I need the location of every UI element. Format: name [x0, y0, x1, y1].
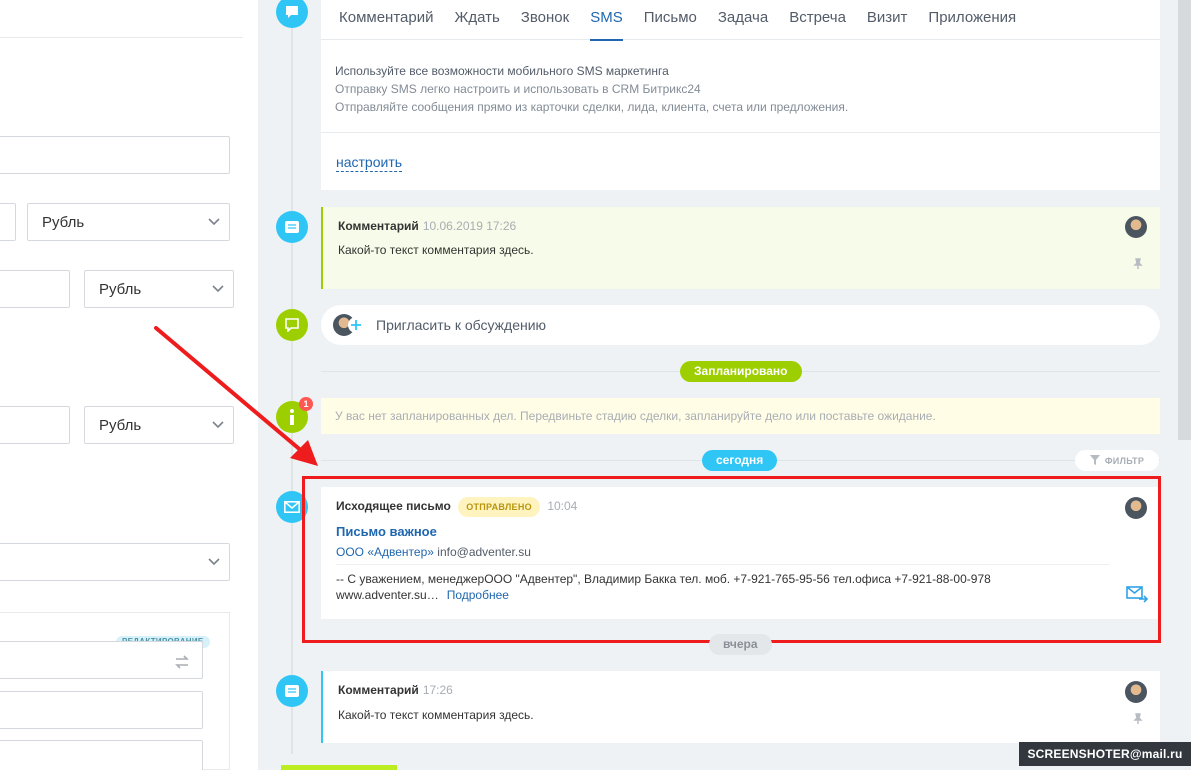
avatar[interactable] [1125, 216, 1147, 238]
tab-meeting[interactable]: Встреча [789, 0, 846, 40]
filter-button[interactable]: ФИЛЬТР [1075, 450, 1159, 471]
comment-title: Комментарий 17:26 [338, 683, 453, 697]
annotation-arrow-icon [154, 326, 318, 466]
chevron-down-icon [203, 271, 233, 307]
comment-text: Какой-то текст комментария здесь. [338, 243, 534, 257]
plus-icon[interactable] [348, 317, 364, 333]
tab-visit[interactable]: Визит [867, 0, 908, 40]
amount-field-3[interactable] [0, 406, 70, 444]
comment-title-text: Комментарий [338, 219, 419, 233]
planned-note: У вас нет запланированных дел. Передвинь… [321, 398, 1160, 434]
tab-task[interactable]: Задача [718, 0, 768, 40]
sms-promo-text: Используйте все возможности мобильного S… [335, 62, 848, 116]
currency-select-2[interactable]: Рубль [84, 270, 234, 308]
swap-icon[interactable] [172, 652, 192, 672]
editor-divider [321, 132, 1160, 133]
scrollbar[interactable] [1178, 0, 1191, 440]
filter-label: ФИЛЬТР [1104, 455, 1145, 466]
activity-editor: Комментарий Ждать Звонок SMS Письмо Зада… [321, 0, 1160, 190]
chevron-down-icon [199, 204, 229, 240]
pin-icon[interactable] [1132, 713, 1144, 725]
today-label: сегодня [702, 450, 778, 471]
sms-promo-line-2: Отправку SMS легко настроить и использов… [335, 82, 701, 96]
client-field-3[interactable] [0, 740, 203, 770]
tab-sms[interactable]: SMS [590, 0, 623, 41]
editor-chat-icon [276, 0, 308, 28]
tab-email[interactable]: Письмо [644, 0, 697, 40]
invite-text: Пригласить к обсуждению [376, 317, 547, 333]
chevron-down-icon [199, 544, 229, 580]
sms-promo-line-3: Отправляйте сообщения прямо из карточки … [335, 100, 849, 114]
comment-time: 10.06.2019 17:26 [422, 219, 517, 233]
tab-comment[interactable]: Комментарий [339, 0, 433, 40]
comment-icon [276, 211, 308, 243]
editor-tabs: Комментарий Ждать Звонок SMS Письмо Зада… [321, 0, 1160, 41]
comment-title: Комментарий 10.06.2019 17:26 [338, 219, 516, 233]
text-field-1[interactable] [0, 136, 230, 174]
comment-card-1: Комментарий 10.06.2019 17:26 Какой-то тек… [321, 207, 1160, 289]
comment-title-text: Комментарий [338, 683, 419, 697]
pin-icon[interactable] [1132, 258, 1144, 270]
planned-note-text: У вас нет запланированных дел. Передвинь… [335, 409, 936, 423]
tab-wait[interactable]: Ждать [454, 0, 499, 40]
amount-field-1[interactable] [0, 203, 16, 241]
yesterday-label: вчера [709, 634, 772, 655]
tab-apps[interactable]: Приложения [928, 0, 1016, 40]
form-divider [0, 37, 243, 38]
comment-time: 17:26 [422, 683, 453, 697]
highlight-frame [302, 476, 1161, 643]
currency-select-3-value: Рубль [99, 416, 142, 434]
client-field-2[interactable] [0, 691, 203, 729]
amount-field-2[interactable] [0, 270, 70, 308]
setup-link[interactable]: настроить [336, 154, 403, 172]
comment-text: Какой-то текст комментария здесь. [338, 708, 534, 722]
dropdown-select[interactable] [0, 543, 230, 581]
invite-to-discussion[interactable]: Пригласить к обсуждению [321, 305, 1160, 345]
currency-select-2-value: Рубль [99, 280, 142, 298]
currency-select-1-value: Рубль [42, 213, 85, 231]
tab-call[interactable]: Звонок [521, 0, 569, 40]
watermark: SCREENSHOTER@mail.ru [1019, 742, 1191, 766]
avatar[interactable] [1125, 681, 1147, 703]
comment-icon [276, 675, 308, 707]
filter-icon [1089, 454, 1100, 467]
currency-select-1[interactable]: Рубль [27, 203, 230, 241]
progress-bar [281, 765, 397, 770]
comment-card-2: Комментарий 17:26 Какой-то текст коммента… [321, 671, 1160, 743]
planned-label: Запланировано [680, 361, 802, 382]
sms-promo-line-1: Используйте все возможности мобильного S… [335, 64, 669, 78]
